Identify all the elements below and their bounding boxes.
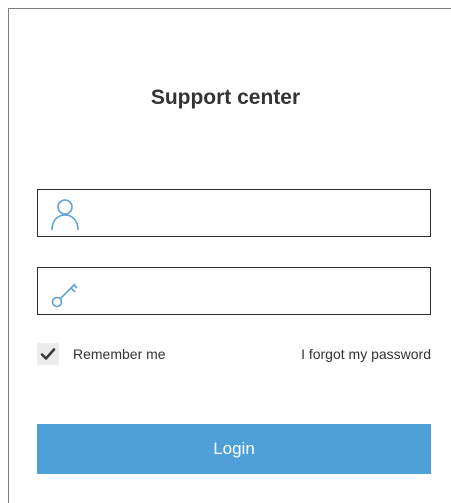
username-input[interactable] xyxy=(90,190,420,236)
checkbox-box[interactable] xyxy=(37,343,59,365)
checkmark-icon xyxy=(40,348,56,360)
username-field[interactable] xyxy=(37,189,431,237)
page-title: Support center xyxy=(150,86,301,109)
forgot-password-link[interactable]: I forgot my password xyxy=(301,346,431,362)
password-field[interactable] xyxy=(37,267,431,315)
user-icon xyxy=(48,196,82,232)
remember-me-checkbox[interactable]: Remember me xyxy=(37,342,166,366)
login-button[interactable]: Login xyxy=(37,424,431,474)
remember-me-label: Remember me xyxy=(73,346,166,362)
key-icon xyxy=(48,274,82,310)
password-input[interactable] xyxy=(90,268,420,314)
